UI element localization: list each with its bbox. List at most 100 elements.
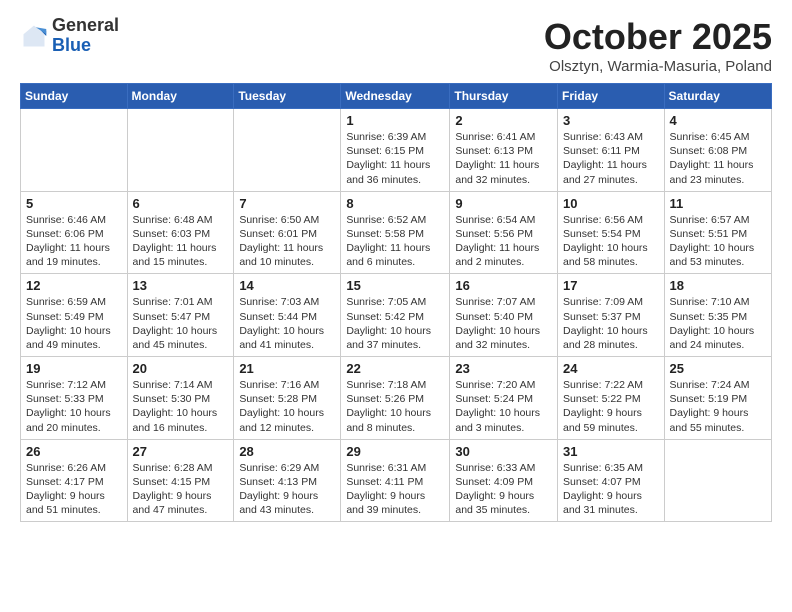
calendar-cell: 3 Sunrise: 6:43 AM Sunset: 6:11 PM Daylig… [558,109,665,192]
calendar-cell [127,109,234,192]
day-info: Sunrise: 6:59 AM Sunset: 5:49 PM Dayligh… [26,295,122,352]
calendar-cell: 6 Sunrise: 6:48 AM Sunset: 6:03 PM Daylig… [127,191,234,274]
calendar-cell: 30Sunrise: 6:33 AM Sunset: 4:09 PM Dayli… [450,439,558,522]
day-number: 24 [563,361,659,376]
day-info: Sunrise: 7:16 AM Sunset: 5:28 PM Dayligh… [239,378,335,435]
calendar-week-2: 5 Sunrise: 6:46 AM Sunset: 6:06 PM Daylig… [21,191,772,274]
day-number: 15 [346,278,444,293]
day-info: Sunrise: 6:50 AM Sunset: 6:01 PM Dayligh… [239,213,335,270]
day-info: Sunrise: 6:52 AM Sunset: 5:58 PM Dayligh… [346,213,444,270]
day-number: 14 [239,278,335,293]
calendar-cell: 16Sunrise: 7:07 AM Sunset: 5:40 PM Dayli… [450,274,558,357]
calendar-week-1: 1 Sunrise: 6:39 AM Sunset: 6:15 PM Daylig… [21,109,772,192]
calendar-cell: 10 Sunrise: 6:56 AM Sunset: 5:54 PM Dayli… [558,191,665,274]
day-info: Sunrise: 7:18 AM Sunset: 5:26 PM Dayligh… [346,378,444,435]
day-info: Sunrise: 7:10 AM Sunset: 5:35 PM Dayligh… [670,295,766,352]
calendar-cell: 22 Sunrise: 7:18 AM Sunset: 5:26 PM Dayli… [341,357,450,440]
day-info: Sunrise: 7:05 AM Sunset: 5:42 PM Dayligh… [346,295,444,352]
day-number: 27 [133,444,229,459]
day-info: Sunrise: 7:01 AM Sunset: 5:47 PM Dayligh… [133,295,229,352]
day-info: Sunrise: 7:14 AM Sunset: 5:30 PM Dayligh… [133,378,229,435]
calendar-cell: 12 Sunrise: 6:59 AM Sunset: 5:49 PM Dayli… [21,274,128,357]
calendar-cell: 11 Sunrise: 6:57 AM Sunset: 5:51 PM Dayli… [664,191,771,274]
day-info: Sunrise: 6:54 AM Sunset: 5:56 PM Dayligh… [455,213,552,270]
day-number: 31 [563,444,659,459]
day-number: 4 [670,113,766,128]
calendar-cell: 25 Sunrise: 7:24 AM Sunset: 5:19 PM Dayli… [664,357,771,440]
day-info: Sunrise: 6:43 AM Sunset: 6:11 PM Dayligh… [563,130,659,187]
day-number: 22 [346,361,444,376]
title-block: October 2025 Olsztyn, Warmia-Masuria, Po… [544,16,772,75]
calendar-cell: 4 Sunrise: 6:45 AM Sunset: 6:08 PM Daylig… [664,109,771,192]
day-info: Sunrise: 6:45 AM Sunset: 6:08 PM Dayligh… [670,130,766,187]
day-number: 12 [26,278,122,293]
calendar-cell: 17Sunrise: 7:09 AM Sunset: 5:37 PM Dayli… [558,274,665,357]
col-sunday: Sunday [21,84,128,109]
day-info: Sunrise: 6:28 AM Sunset: 4:15 PM Dayligh… [133,461,229,518]
calendar-cell: 13Sunrise: 7:01 AM Sunset: 5:47 PM Dayli… [127,274,234,357]
calendar-cell: 20 Sunrise: 7:14 AM Sunset: 5:30 PM Dayli… [127,357,234,440]
day-info: Sunrise: 6:56 AM Sunset: 5:54 PM Dayligh… [563,213,659,270]
day-number: 25 [670,361,766,376]
day-number: 19 [26,361,122,376]
day-number: 20 [133,361,229,376]
day-info: Sunrise: 6:29 AM Sunset: 4:13 PM Dayligh… [239,461,335,518]
day-number: 18 [670,278,766,293]
calendar-header: Sunday Monday Tuesday Wednesday Thursday… [21,84,772,109]
calendar-cell: 23Sunrise: 7:20 AM Sunset: 5:24 PM Dayli… [450,357,558,440]
day-number: 16 [455,278,552,293]
logo-blue: Blue [52,36,119,56]
day-info: Sunrise: 7:03 AM Sunset: 5:44 PM Dayligh… [239,295,335,352]
calendar-cell: 15 Sunrise: 7:05 AM Sunset: 5:42 PM Dayli… [341,274,450,357]
col-friday: Friday [558,84,665,109]
calendar-cell: 27 Sunrise: 6:28 AM Sunset: 4:15 PM Dayli… [127,439,234,522]
col-saturday: Saturday [664,84,771,109]
col-tuesday: Tuesday [234,84,341,109]
day-number: 1 [346,113,444,128]
day-info: Sunrise: 7:24 AM Sunset: 5:19 PM Dayligh… [670,378,766,435]
day-number: 21 [239,361,335,376]
day-number: 7 [239,196,335,211]
calendar-body: 1 Sunrise: 6:39 AM Sunset: 6:15 PM Daylig… [21,109,772,522]
calendar-cell: 28 Sunrise: 6:29 AM Sunset: 4:13 PM Dayli… [234,439,341,522]
day-number: 10 [563,196,659,211]
calendar-table: Sunday Monday Tuesday Wednesday Thursday… [20,83,772,522]
day-info: Sunrise: 7:12 AM Sunset: 5:33 PM Dayligh… [26,378,122,435]
day-number: 2 [455,113,552,128]
day-number: 9 [455,196,552,211]
calendar-week-3: 12 Sunrise: 6:59 AM Sunset: 5:49 PM Dayli… [21,274,772,357]
col-wednesday: Wednesday [341,84,450,109]
calendar-cell: 8 Sunrise: 6:52 AM Sunset: 5:58 PM Daylig… [341,191,450,274]
day-info: Sunrise: 6:57 AM Sunset: 5:51 PM Dayligh… [670,213,766,270]
header: General Blue October 2025 Olsztyn, Warmi… [20,16,772,75]
calendar-cell: 7 Sunrise: 6:50 AM Sunset: 6:01 PM Daylig… [234,191,341,274]
day-info: Sunrise: 6:33 AM Sunset: 4:09 PM Dayligh… [455,461,552,518]
day-number: 6 [133,196,229,211]
day-number: 5 [26,196,122,211]
day-number: 28 [239,444,335,459]
calendar-cell: 26Sunrise: 6:26 AM Sunset: 4:17 PM Dayli… [21,439,128,522]
day-info: Sunrise: 6:48 AM Sunset: 6:03 PM Dayligh… [133,213,229,270]
day-info: Sunrise: 6:41 AM Sunset: 6:13 PM Dayligh… [455,130,552,187]
calendar-cell [664,439,771,522]
day-info: Sunrise: 6:26 AM Sunset: 4:17 PM Dayligh… [26,461,122,518]
calendar-week-5: 26Sunrise: 6:26 AM Sunset: 4:17 PM Dayli… [21,439,772,522]
day-info: Sunrise: 7:09 AM Sunset: 5:37 PM Dayligh… [563,295,659,352]
day-number: 3 [563,113,659,128]
logo: General Blue [20,16,119,56]
day-number: 11 [670,196,766,211]
calendar-cell: 19 Sunrise: 7:12 AM Sunset: 5:33 PM Dayli… [21,357,128,440]
day-info: Sunrise: 6:39 AM Sunset: 6:15 PM Dayligh… [346,130,444,187]
day-info: Sunrise: 6:46 AM Sunset: 6:06 PM Dayligh… [26,213,122,270]
day-info: Sunrise: 6:31 AM Sunset: 4:11 PM Dayligh… [346,461,444,518]
calendar-week-4: 19 Sunrise: 7:12 AM Sunset: 5:33 PM Dayli… [21,357,772,440]
calendar-cell: 24 Sunrise: 7:22 AM Sunset: 5:22 PM Dayli… [558,357,665,440]
calendar-cell: 18 Sunrise: 7:10 AM Sunset: 5:35 PM Dayli… [664,274,771,357]
day-info: Sunrise: 7:22 AM Sunset: 5:22 PM Dayligh… [563,378,659,435]
location: Olsztyn, Warmia-Masuria, Poland [544,58,772,75]
calendar-cell: 9 Sunrise: 6:54 AM Sunset: 5:56 PM Daylig… [450,191,558,274]
logo-general: General [52,16,119,36]
day-number: 8 [346,196,444,211]
day-info: Sunrise: 7:20 AM Sunset: 5:24 PM Dayligh… [455,378,552,435]
calendar-cell: 5 Sunrise: 6:46 AM Sunset: 6:06 PM Daylig… [21,191,128,274]
